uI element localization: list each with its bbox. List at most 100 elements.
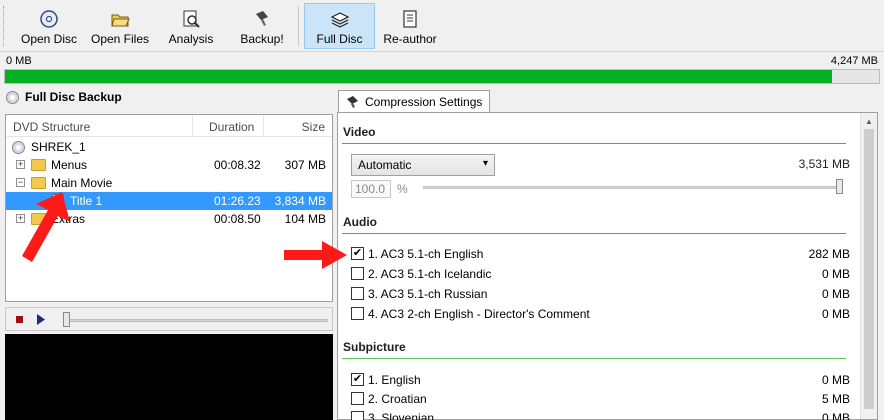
toolbar: Open Disc Open Files Analysis Backup! Fu…	[0, 0, 884, 52]
full-disc-label: Full Disc	[316, 32, 363, 46]
disc-icon	[6, 90, 19, 104]
expand-icon[interactable]: +	[16, 160, 25, 169]
tree-row-size: 307 MB	[284, 158, 326, 172]
checkbox[interactable]	[351, 287, 364, 300]
video-percent-value: 100.0	[355, 182, 386, 196]
video-percent-input[interactable]: 100.0	[351, 180, 391, 198]
stack-icon	[330, 12, 349, 28]
open-files-label: Open Files	[90, 32, 150, 46]
subpicture-track-row[interactable]: 2. Croatian 5 MB	[351, 390, 859, 408]
checkbox[interactable]: ✔	[351, 247, 364, 260]
open-disc-label: Open Disc	[20, 32, 78, 46]
video-mode-value: Automatic	[358, 158, 412, 172]
audio-track-row[interactable]: 2. AC3 5.1-ch Icelandic 0 MB	[351, 265, 859, 283]
audio-track-size: 0 MB	[821, 287, 850, 301]
checkbox[interactable]	[351, 267, 364, 280]
percent-sign: %	[397, 182, 408, 196]
tree-row-duration: 00:08.32	[214, 158, 261, 172]
scroll-up-icon[interactable]: ▲	[865, 117, 873, 126]
header-duration[interactable]: Duration	[209, 120, 254, 134]
audio-track-row[interactable]: ✔ 1. AC3 5.1-ch English 282 MB	[351, 245, 859, 263]
progress-max-label: 4,247 MB	[830, 55, 878, 67]
tab-compression-settings[interactable]: Compression Settings	[338, 90, 490, 113]
audio-track-label: 1. AC3 5.1-ch English	[368, 247, 484, 261]
video-section-title: Video	[343, 125, 376, 139]
progress-min-label: 0 MB	[6, 55, 32, 67]
open-disc-button[interactable]: Open Disc	[14, 3, 84, 49]
subpicture-track-label: 2. Croatian	[368, 392, 427, 406]
open-files-button[interactable]: Open Files	[88, 3, 152, 49]
subpicture-track-label: 3. Slovenian	[368, 411, 435, 420]
disc-icon	[12, 141, 25, 154]
analysis-icon	[183, 10, 200, 28]
folder-open-icon	[111, 14, 130, 27]
analysis-button[interactable]: Analysis	[161, 3, 221, 49]
audio-track-label: 2. AC3 5.1-ch Icelandic	[368, 267, 492, 281]
subpicture-section-line	[342, 358, 846, 359]
subpicture-track-row[interactable]: ✔ 1. English 0 MB	[351, 371, 859, 389]
disc-usage-fill	[5, 70, 832, 83]
collapse-icon[interactable]: −	[16, 178, 25, 187]
tree-row-size: 3,834 MB	[274, 194, 326, 208]
video-mode-select[interactable]: Automatic ▾	[351, 154, 495, 176]
subpicture-track-size: 0 MB	[821, 373, 850, 387]
audio-track-size: 282 MB	[808, 247, 850, 261]
tree-row-menus[interactable]: + Menus 00:08.32 307 MB	[6, 156, 332, 174]
chevron-down-icon: ▾	[482, 158, 488, 169]
video-size: 3,531 MB	[798, 157, 850, 171]
compression-icon	[347, 96, 358, 108]
subpicture-track-row[interactable]: 3. Slovenian 0 MB	[351, 409, 859, 420]
seek-slider-thumb[interactable]	[63, 312, 70, 327]
header-dvd-structure[interactable]: DVD Structure	[13, 120, 90, 134]
checkbox[interactable]	[351, 307, 364, 320]
video-quality-slider-thumb[interactable]	[836, 179, 843, 194]
tab-label: Compression Settings	[365, 95, 483, 109]
header-size[interactable]: Size	[302, 120, 325, 134]
backup-icon	[256, 11, 268, 26]
toolbar-separator	[298, 6, 299, 46]
tree-row-duration: 00:08.50	[214, 212, 261, 226]
video-section-line	[342, 143, 846, 144]
audio-track-row[interactable]: 4. AC3 2-ch English - Director's Comment…	[351, 305, 859, 323]
backup-label: Backup!	[240, 32, 284, 46]
checkbox[interactable]: ✔	[351, 373, 364, 386]
vertical-scrollbar[interactable]: ▲	[860, 113, 877, 419]
tree-row-name: Menus	[51, 158, 88, 172]
tree-header: DVD Structure Duration Size	[6, 115, 332, 137]
column-divider[interactable]	[263, 115, 264, 137]
backup-button[interactable]: Backup!	[232, 3, 292, 49]
audio-track-size: 0 MB	[821, 267, 850, 281]
red-arrow-icon	[284, 241, 347, 269]
full-disc-button[interactable]: Full Disc	[304, 3, 375, 49]
analysis-label: Analysis	[168, 32, 214, 46]
checkbox[interactable]	[351, 411, 364, 420]
video-quality-track[interactable]	[423, 186, 843, 189]
tree-row-duration: 01:26.23	[214, 194, 261, 208]
subpicture-track-size: 0 MB	[821, 411, 850, 420]
tree-root-label: SHREK_1	[31, 140, 86, 154]
scrollbar-thumb[interactable]	[864, 129, 874, 409]
re-author-button[interactable]: Re-author	[378, 3, 442, 49]
column-divider[interactable]	[192, 115, 193, 137]
full-disc-backup-title: Full Disc Backup	[6, 90, 122, 104]
disc-usage-bar	[4, 69, 880, 84]
play-icon[interactable]	[37, 314, 45, 325]
audio-track-row[interactable]: 3. AC3 5.1-ch Russian 0 MB	[351, 285, 859, 303]
compression-settings-panel: Video Automatic ▾ 3,531 MB 100.0 % Audio…	[337, 112, 878, 420]
red-arrow-icon	[22, 192, 70, 262]
toolbar-grip	[3, 6, 6, 46]
checkbox[interactable]	[351, 392, 364, 405]
subpicture-track-size: 5 MB	[821, 392, 850, 406]
document-icon	[403, 10, 417, 28]
tree-root[interactable]: SHREK_1	[6, 138, 332, 156]
disc-icon	[40, 10, 58, 28]
tree-row-name: Title 1	[70, 194, 103, 208]
stop-icon[interactable]	[16, 316, 23, 323]
subpicture-track-label: 1. English	[368, 373, 421, 387]
seek-track[interactable]	[66, 319, 328, 322]
preview-controls	[5, 307, 333, 331]
folder-icon	[31, 159, 46, 171]
subpicture-section-title: Subpicture	[343, 340, 406, 354]
audio-section-title: Audio	[343, 215, 377, 229]
tree-row-size: 104 MB	[284, 212, 326, 226]
